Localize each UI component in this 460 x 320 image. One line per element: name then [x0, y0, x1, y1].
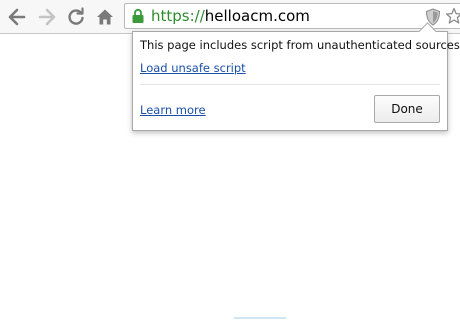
- home-button[interactable]: [94, 6, 116, 28]
- reload-button[interactable]: [65, 6, 87, 28]
- reload-icon: [68, 7, 84, 25]
- url-host: helloacm.com: [204, 7, 310, 25]
- bubble-divider: [140, 84, 440, 85]
- back-arrow-icon: [8, 8, 26, 26]
- mixed-content-bubble: This page includes script from unauthent…: [132, 22, 460, 131]
- url-text[interactable]: https://helloacm.com: [151, 7, 310, 25]
- load-unsafe-script-link[interactable]: Load unsafe script: [140, 61, 246, 75]
- done-button[interactable]: Done: [374, 95, 440, 123]
- browser-toolbar: https://helloacm.com: [0, 0, 460, 34]
- learn-more-link[interactable]: Learn more: [140, 103, 206, 117]
- mixed-content-message: This page includes script from unauthent…: [140, 38, 460, 52]
- forward-button[interactable]: [36, 6, 58, 28]
- home-icon: [97, 9, 113, 25]
- back-button[interactable]: [6, 6, 28, 28]
- star-icon[interactable]: [445, 7, 460, 25]
- address-bar[interactable]: https://helloacm.com: [124, 3, 460, 29]
- lock-icon[interactable]: [131, 8, 145, 24]
- page-content-hint: [234, 317, 286, 319]
- url-scheme: https://: [151, 7, 205, 25]
- forward-arrow-icon: [38, 8, 56, 26]
